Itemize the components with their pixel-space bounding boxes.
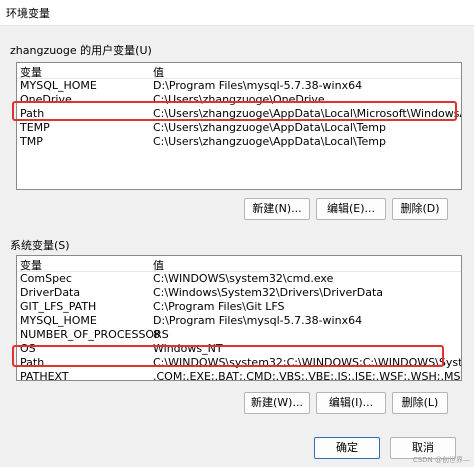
var-name: TMP bbox=[20, 135, 43, 148]
var-value: D:\Program Files\mysql-5.7.38-winx64 bbox=[153, 314, 363, 327]
annotation-highlight bbox=[12, 101, 457, 121]
var-name: ComSpec bbox=[20, 272, 72, 285]
table-row[interactable]: TMP C:\Users\zhangzuoge\AppData\Local\Te… bbox=[17, 135, 461, 149]
ok-button[interactable]: 确定 bbox=[314, 437, 380, 459]
var-name: PATHEXT bbox=[20, 370, 69, 381]
annotation-highlight bbox=[12, 345, 444, 367]
var-value: C:\Users\zhangzuoge\AppData\Local\Temp bbox=[153, 135, 386, 148]
user-edit-button[interactable]: 编辑(E)... bbox=[316, 198, 386, 220]
var-name: TEMP bbox=[20, 121, 50, 134]
title-bar: 环境变量 bbox=[0, 0, 474, 26]
user-vars-list[interactable]: 变量 值 MYSQL_HOME D:\Program Files\mysql-5… bbox=[16, 62, 462, 190]
table-row[interactable]: MYSQL_HOME D:\Program Files\mysql-5.7.38… bbox=[17, 314, 461, 328]
var-value: C:\Users\zhangzuoge\AppData\Local\Temp bbox=[153, 121, 386, 134]
var-value: C:\Windows\System32\Drivers\DriverData bbox=[153, 286, 384, 299]
var-value: C:\Program Files\Git LFS bbox=[153, 300, 285, 313]
table-row[interactable]: ComSpec C:\WINDOWS\system32\cmd.exe bbox=[17, 272, 461, 286]
system-edit-button[interactable]: 编辑(I)... bbox=[316, 392, 386, 414]
table-row[interactable]: TEMP C:\Users\zhangzuoge\AppData\Local\T… bbox=[17, 121, 461, 135]
system-vars-header[interactable]: 变量 值 bbox=[17, 256, 461, 272]
window-title: 环境变量 bbox=[6, 7, 50, 20]
system-vars-label: 系统变量(S) bbox=[10, 239, 70, 252]
table-row[interactable]: PATHEXT .COM;.EXE;.BAT;.CMD;.VBS;.VBE;.J… bbox=[17, 370, 462, 381]
var-name: MYSQL_HOME bbox=[20, 79, 97, 92]
var-name: GIT_LFS_PATH bbox=[20, 300, 97, 313]
var-value: 8 bbox=[153, 328, 160, 341]
var-value: .COM;.EXE;.BAT;.CMD;.VBS;.VBE;.JS;.JSE;.… bbox=[153, 370, 462, 381]
var-name: DriverData bbox=[20, 286, 81, 299]
user-vars-header[interactable]: 变量 值 bbox=[17, 63, 461, 79]
table-row[interactable]: NUMBER_OF_PROCESSORS 8 bbox=[17, 328, 461, 342]
column-header-value[interactable]: 值 bbox=[153, 257, 164, 273]
table-row[interactable]: DriverData C:\Windows\System32\Drivers\D… bbox=[17, 286, 461, 300]
column-header-value[interactable]: 值 bbox=[153, 64, 164, 80]
user-delete-button[interactable]: 删除(D) bbox=[392, 198, 448, 220]
system-delete-button[interactable]: 删除(L) bbox=[392, 392, 448, 414]
user-new-button[interactable]: 新建(N)... bbox=[244, 198, 310, 220]
column-header-name[interactable]: 变量 bbox=[20, 64, 42, 80]
var-name: NUMBER_OF_PROCESSORS bbox=[20, 328, 169, 341]
column-header-name[interactable]: 变量 bbox=[20, 257, 42, 273]
var-name: MYSQL_HOME bbox=[20, 314, 97, 327]
table-row[interactable]: MYSQL_HOME D:\Program Files\mysql-5.7.38… bbox=[17, 79, 461, 93]
watermark: CSDN @创世界— bbox=[412, 456, 470, 464]
var-value: D:\Program Files\mysql-5.7.38-winx64 bbox=[153, 79, 363, 92]
user-vars-label: zhangzuoge 的用户变量(U) bbox=[10, 44, 152, 57]
system-new-button[interactable]: 新建(W)... bbox=[244, 392, 310, 414]
table-row[interactable]: GIT_LFS_PATH C:\Program Files\Git LFS bbox=[17, 300, 461, 314]
var-value: C:\WINDOWS\system32\cmd.exe bbox=[153, 272, 334, 285]
